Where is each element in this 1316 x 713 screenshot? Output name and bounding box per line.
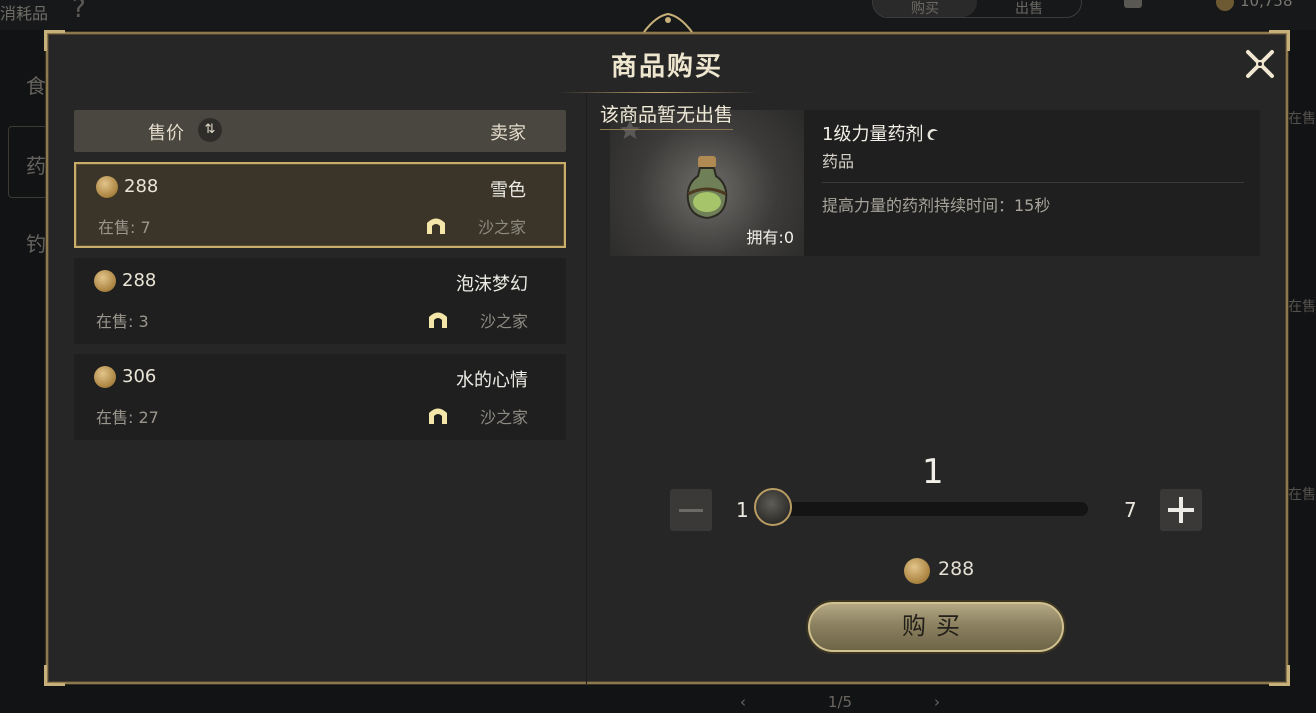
coin-icon — [94, 270, 116, 292]
listing-stock: 在售: 27 — [96, 408, 159, 427]
item-image: 拥有:0 — [610, 110, 804, 256]
help-icon[interactable]: ? — [72, 0, 86, 24]
coin-icon — [94, 366, 116, 388]
title-divider — [558, 92, 758, 93]
corner-ornament — [1269, 665, 1290, 686]
listing-panel: 售价 ⇅ 卖家 288 雪色 在售: 7 沙之家 288 泡沫梦幻 在售: 3 … — [74, 110, 566, 670]
listing-stock: 在售: 3 — [96, 312, 149, 331]
pager-text: 1/5 — [827, 692, 853, 711]
coin-icon — [904, 558, 930, 584]
listing-server: 沙之家 — [479, 408, 528, 427]
tab-sell[interactable]: 出售 — [977, 0, 1081, 17]
listing-row[interactable]: 288 雪色 在售: 7 沙之家 — [74, 162, 566, 248]
bound-icon — [927, 129, 939, 140]
item-name: 1级力量药剂 — [822, 120, 941, 146]
buy-button[interactable]: 购买 — [808, 602, 1064, 652]
decrease-button[interactable] — [670, 489, 712, 531]
quantity-min: 1 — [736, 498, 749, 522]
listing-seller: 雪色 — [490, 180, 526, 201]
total-price: 288 — [938, 558, 975, 580]
increase-button[interactable] — [1160, 489, 1202, 531]
quantity-slider-handle[interactable] — [754, 488, 792, 526]
sidebar-item-medicine[interactable]: 药 — [26, 150, 46, 179]
corner-ornament — [44, 665, 65, 686]
listing-row[interactable]: 306 水的心情 在售: 27 沙之家 — [74, 354, 566, 440]
listing-stock: 在售: 7 — [98, 218, 151, 237]
listing-server: 沙之家 — [477, 218, 526, 237]
pager: ‹ 1/5 › — [740, 690, 940, 713]
tab-buy[interactable]: 购买 — [873, 0, 977, 17]
item-description: 提高力量的药剂持续时间：15秒 — [822, 196, 1051, 215]
listing-row[interactable]: 288 泡沫梦幻 在售: 3 沙之家 — [74, 258, 566, 344]
background-tabs: 购买 出售 — [872, 0, 1082, 18]
listing-price: 288 — [122, 270, 157, 291]
purchase-dialog: 商品购买 售价 ⇅ 卖家 288 雪色 在售: 7 沙之家 288 泡沫梦幻 在… — [44, 12, 1290, 686]
background-label: 在售 — [1288, 299, 1316, 315]
item-name-text: 1级力量药剂 — [822, 124, 924, 145]
pane-divider — [586, 94, 587, 684]
sort-icon[interactable]: ⇅ — [198, 118, 222, 142]
dialog-title: 商品购买 — [610, 52, 723, 82]
listing-server: 沙之家 — [479, 312, 528, 331]
background-category-label: 消耗品 — [0, 4, 49, 23]
house-icon — [429, 312, 447, 328]
item-type: 药品 — [822, 152, 855, 171]
house-icon — [429, 408, 447, 424]
title-ornament-icon — [643, 12, 693, 33]
close-icon[interactable] — [1240, 44, 1280, 84]
item-divider — [822, 182, 1244, 183]
pager-prev-icon[interactable]: ‹ — [740, 693, 746, 711]
listing-price: 288 — [124, 176, 159, 197]
quantity-max: 7 — [1124, 498, 1137, 522]
lock-icon — [1124, 0, 1142, 8]
coin-icon — [96, 176, 118, 198]
sidebar-item-fishing[interactable]: 钓 — [26, 228, 46, 257]
quantity-slider-track[interactable] — [764, 502, 1088, 516]
owned-count: 拥有:0 — [746, 228, 794, 247]
gold-balance: 10,758 — [1216, 0, 1293, 11]
listing-seller: 泡沫梦幻 — [456, 274, 528, 295]
seller-column-header: 卖家 — [490, 123, 526, 144]
no-stock-tooltip: 该商品暂无出售 — [600, 98, 734, 130]
listing-price: 306 — [122, 366, 157, 387]
potion-icon — [686, 156, 728, 220]
quantity-value: 1 — [922, 452, 944, 492]
listing-header: 售价 ⇅ 卖家 — [74, 110, 566, 152]
item-detail-card: 拥有:0 1级力量药剂 药品 提高力量的药剂持续时间：15秒 — [610, 110, 1260, 256]
sidebar-item-food[interactable]: 食 — [26, 70, 46, 99]
pager-next-icon[interactable]: › — [934, 693, 940, 711]
background-label: 在售 — [1288, 111, 1316, 127]
background-label: 在售 — [1288, 487, 1316, 503]
listing-seller: 水的心情 — [456, 370, 528, 391]
price-column-header[interactable]: 售价 — [148, 119, 184, 145]
house-icon — [427, 218, 445, 234]
